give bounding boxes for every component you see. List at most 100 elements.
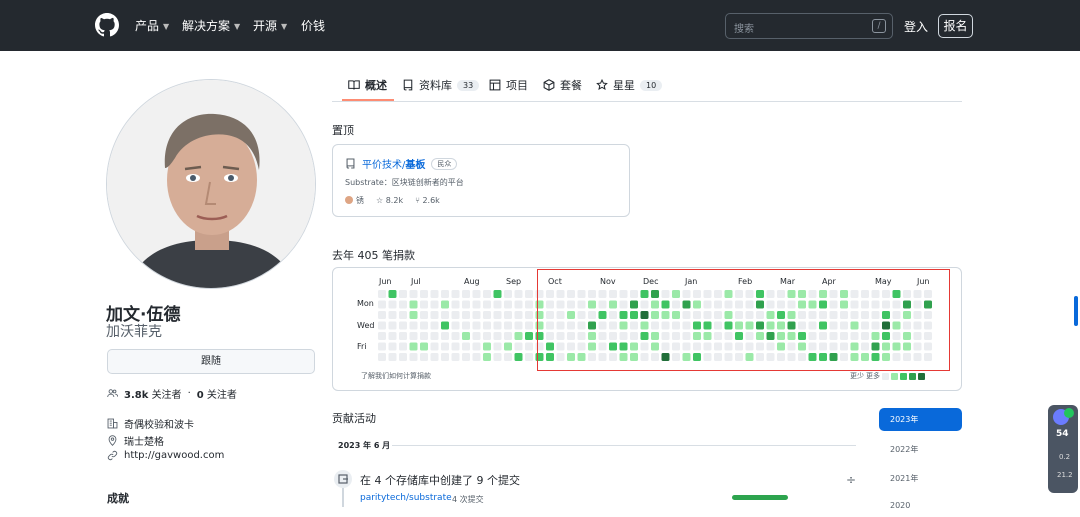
contribution-day[interactable] [787,332,796,340]
contribution-day[interactable] [682,342,691,351]
contribution-day[interactable] [535,332,544,340]
website-link[interactable]: http://gavwood.com [124,450,224,461]
contribution-day[interactable] [829,321,838,330]
contribution-day[interactable] [630,290,638,298]
contribution-day[interactable] [546,311,554,319]
contribution-day[interactable] [777,311,785,319]
nav-solutions[interactable]: 解决方案 ▼ [182,18,240,36]
contribution-day[interactable] [609,321,617,330]
contribution-day[interactable] [430,332,439,340]
contribution-day[interactable] [724,353,733,361]
nav-products[interactable]: 产品 ▼ [135,18,169,36]
contribution-day[interactable] [535,300,544,309]
contribution-day[interactable] [577,321,586,330]
contribution-day[interactable] [567,311,575,319]
contribution-day[interactable] [808,321,817,330]
contribution-day[interactable] [430,353,439,361]
contribution-day[interactable] [840,342,848,351]
contribution-day[interactable] [892,300,901,309]
contribution-day[interactable] [598,353,607,361]
contribution-day[interactable] [861,332,869,340]
contribution-day[interactable] [472,290,481,298]
contribution-day[interactable] [409,321,418,330]
contribution-day[interactable] [556,353,565,361]
contribution-day[interactable] [556,332,565,340]
contribution-day[interactable] [892,353,901,361]
tab-repositories[interactable]: 资料库 33 [402,77,480,93]
contribution-day[interactable] [430,342,439,351]
contribution-day[interactable] [451,311,460,319]
contribution-day[interactable] [924,311,932,319]
contribution-day[interactable] [451,321,460,330]
contribution-day[interactable] [829,311,838,319]
contribution-day[interactable] [598,342,607,351]
contribution-day[interactable] [619,332,628,340]
contribution-day[interactable] [829,290,838,298]
contribution-day[interactable] [913,290,922,298]
contribution-day[interactable] [472,332,481,340]
contribution-day[interactable] [525,311,533,319]
contribution-day[interactable] [609,332,617,340]
contribution-day[interactable] [525,290,533,298]
contribution-day[interactable] [829,353,838,361]
contribution-day[interactable] [619,300,628,309]
contribution-day[interactable] [451,300,460,309]
contribution-day[interactable] [640,290,649,298]
contribution-day[interactable] [745,300,754,309]
contribution-day[interactable] [399,332,407,340]
contribution-day[interactable] [546,342,554,351]
contribution-day[interactable] [714,353,722,361]
contribution-day[interactable] [882,311,890,319]
contribution-day[interactable] [378,311,386,319]
stars-link[interactable]: ☆ 8.2k [376,196,403,205]
contribution-day[interactable] [567,300,575,309]
sign-in-link[interactable]: 登入 [904,18,928,35]
contribution-day[interactable] [493,342,502,351]
contribution-day[interactable] [756,321,764,330]
contribution-day[interactable] [514,342,523,351]
contribution-day[interactable] [567,290,575,298]
contribution-day[interactable] [651,321,659,330]
contribution-day[interactable] [808,342,817,351]
contribution-day[interactable] [787,321,796,330]
contribution-day[interactable] [672,290,680,298]
contribution-day[interactable] [714,300,722,309]
contribution-day[interactable] [745,321,754,330]
contribution-day[interactable] [556,300,565,309]
contribution-day[interactable] [850,300,859,309]
contribution-day[interactable] [588,353,596,361]
contribution-day[interactable] [840,332,848,340]
avatar[interactable] [106,79,316,289]
following-link[interactable]: 0 关注者 [197,386,237,401]
contribution-day[interactable] [441,332,449,340]
contribution-day[interactable] [504,300,512,309]
contribution-day[interactable] [913,332,922,340]
contribution-day[interactable] [682,321,691,330]
contribution-day[interactable] [472,321,481,330]
contribution-day[interactable] [388,321,397,330]
contribution-day[interactable] [819,342,827,351]
contribution-day[interactable] [525,321,533,330]
contribution-day[interactable] [619,353,628,361]
contribution-day[interactable] [409,290,418,298]
contribution-day[interactable] [850,353,859,361]
contribution-day[interactable] [483,332,491,340]
contribution-day[interactable] [441,342,449,351]
contribution-day[interactable] [787,300,796,309]
contribution-day[interactable] [651,353,659,361]
contribution-day[interactable] [882,353,890,361]
contribution-day[interactable] [882,342,890,351]
contribution-day[interactable] [892,290,901,298]
contribution-day[interactable] [703,290,712,298]
contribution-day[interactable] [598,290,607,298]
contribution-day[interactable] [588,342,596,351]
contribution-day[interactable] [850,321,859,330]
contribution-day[interactable] [682,300,691,309]
contribution-day[interactable] [493,311,502,319]
contribution-day[interactable] [903,332,911,340]
contribution-day[interactable] [420,321,428,330]
contribution-day[interactable] [651,332,659,340]
contribution-day[interactable] [630,300,638,309]
contribution-day[interactable] [756,353,764,361]
contribution-day[interactable] [724,290,733,298]
